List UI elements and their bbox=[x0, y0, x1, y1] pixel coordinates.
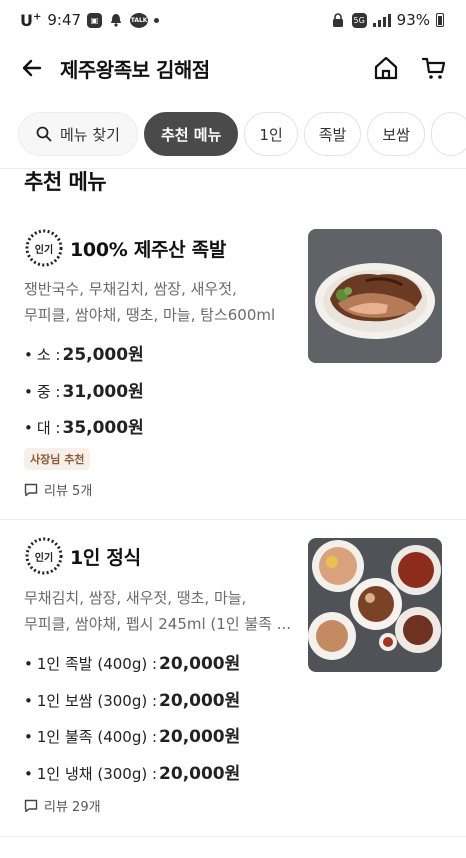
price-option-label: 1인 불족 (400g) : bbox=[36, 728, 158, 746]
tab-jokbal[interactable]: 족발 bbox=[303, 112, 362, 156]
price-option: • 1인 족발 (400g) :20,000원 bbox=[24, 649, 240, 674]
popular-badge: 인기 bbox=[24, 536, 64, 576]
home-icon bbox=[374, 56, 398, 80]
tab-label: 족발 bbox=[318, 125, 347, 144]
speech-bubble-icon bbox=[24, 483, 38, 496]
price-option-label: 1인 냉채 (300g) : bbox=[36, 765, 158, 783]
review-count: 리뷰 5개 bbox=[44, 484, 93, 499]
arrow-left-icon bbox=[22, 59, 42, 77]
price-option-label: 소 : bbox=[36, 346, 61, 364]
description-line: 무채김치, 쌈장, 새우젓, 땡초, 마늘, bbox=[24, 589, 247, 607]
menu-item-header: 인기 1인 정식 bbox=[24, 536, 141, 576]
review-count: 리뷰 29개 bbox=[44, 800, 101, 815]
lock-icon bbox=[330, 12, 346, 28]
cart-icon bbox=[421, 57, 446, 79]
menu-item-header: 인기 100% 제주산 족발 bbox=[24, 228, 226, 268]
signal-icon bbox=[372, 13, 391, 27]
kakaotalk-icon: TALK bbox=[130, 12, 149, 28]
price-option-value: 20,000원 bbox=[159, 691, 241, 711]
menu-item-photo bbox=[308, 229, 442, 363]
tab-bossam[interactable]: 보쌈 bbox=[367, 112, 425, 156]
search-icon bbox=[36, 126, 52, 142]
price-option-value: 35,000원 bbox=[62, 418, 144, 438]
tab-label: 추천 메뉴 bbox=[160, 125, 222, 144]
tab-label: 보쌈 bbox=[382, 125, 410, 144]
price-option-value: 20,000원 bbox=[159, 727, 241, 747]
menu-item-description: 쟁반국수, 무채김치, 쌈장, 새우젓, 무피클, 쌈야채, 땡초, 마늘, 탐… bbox=[24, 276, 299, 328]
price-option: • 1인 보쌈 (300g) :20,000원 bbox=[24, 686, 240, 711]
description-line: 무피클, 쌈야채, 땡초, 마늘, 탐스600ml bbox=[24, 306, 276, 324]
store-title: 제주왕족보 김해점 bbox=[60, 57, 210, 82]
status-time: 9:47 bbox=[47, 11, 82, 29]
menu-item[interactable]: 인기 1인 정식 무채김치, 쌈장, 새우젓, 땡초, 마늘, 무피클, 쌈야채… bbox=[0, 530, 466, 830]
price-option: • 소 :25,000원 bbox=[24, 340, 144, 365]
cart-button[interactable] bbox=[420, 54, 448, 82]
price-option-value: 20,000원 bbox=[159, 654, 241, 674]
item-divider bbox=[0, 519, 466, 520]
battery-percent: 93% bbox=[396, 11, 430, 29]
status-left: U+ 9:47 ▣ TALK bbox=[20, 10, 160, 30]
price-option-label: 대 : bbox=[36, 419, 61, 437]
notification-bell-icon bbox=[108, 12, 124, 28]
price-option: • 1인 냉채 (300g) :20,000원 bbox=[24, 759, 240, 784]
review-link[interactable]: 리뷰 5개 bbox=[24, 480, 92, 499]
carrier-label: U+ bbox=[20, 10, 42, 30]
tab-single[interactable]: 1인 bbox=[244, 112, 298, 156]
status-right: 5G 93% bbox=[330, 11, 444, 29]
description-line: 무피클, 쌈야채, 펩시 245ml (1인 불족 ... bbox=[24, 615, 292, 633]
item-divider bbox=[0, 836, 466, 837]
speech-bubble-icon bbox=[24, 799, 38, 812]
price-option: • 1인 불족 (400g) :20,000원 bbox=[24, 722, 240, 747]
menu-category-tabs: 메뉴 찾기 추천 메뉴 1인 족발 보쌈 bbox=[18, 112, 466, 156]
menu-item-photo bbox=[308, 538, 442, 672]
price-option: • 중 :31,000원 bbox=[24, 377, 144, 402]
price-option: • 대 :35,000원 bbox=[24, 413, 144, 438]
home-button[interactable] bbox=[372, 54, 400, 82]
menu-item-name: 100% 제주산 족발 bbox=[70, 238, 227, 261]
back-button[interactable] bbox=[18, 54, 46, 82]
review-link[interactable]: 리뷰 29개 bbox=[24, 796, 101, 815]
status-bar: U+ 9:47 ▣ TALK 5G 93% bbox=[0, 0, 466, 40]
tab-recommended[interactable]: 추천 메뉴 bbox=[143, 112, 239, 156]
header-actions bbox=[372, 54, 448, 82]
tab-label: 메뉴 찾기 bbox=[60, 125, 120, 144]
menu-item-name: 1인 정식 bbox=[70, 546, 141, 569]
tab-menu-search[interactable]: 메뉴 찾기 bbox=[18, 112, 138, 156]
price-option-value: 25,000원 bbox=[62, 345, 144, 365]
menu-item-description: 무채김치, 쌈장, 새우젓, 땡초, 마늘, 무피클, 쌈야채, 펩시 245m… bbox=[24, 585, 299, 637]
network-5g-icon: 5G bbox=[351, 12, 367, 28]
price-option-value: 20,000원 bbox=[159, 764, 241, 784]
app-header: 제주왕족보 김해점 bbox=[0, 44, 466, 92]
description-line: 쟁반국수, 무채김치, 쌈장, 새우젓, bbox=[24, 280, 237, 298]
price-option-label: 1인 족발 (400g) : bbox=[36, 655, 158, 673]
more-notifications-dot-icon bbox=[154, 17, 160, 23]
price-option-label: 중 : bbox=[36, 383, 61, 401]
tab-more-partial[interactable] bbox=[430, 112, 466, 156]
price-option-value: 31,000원 bbox=[62, 382, 144, 402]
section-title: 추천 메뉴 bbox=[24, 170, 107, 194]
popular-badge-label: 인기 bbox=[34, 552, 54, 564]
battery-icon bbox=[436, 13, 444, 27]
owner-recommend-badge: 사장님 추천 bbox=[24, 448, 91, 470]
popular-badge-label: 인기 bbox=[34, 244, 54, 256]
popular-badge: 인기 bbox=[24, 228, 64, 268]
notification-app-icon: ▣ bbox=[87, 12, 103, 28]
tab-label: 1인 bbox=[259, 125, 283, 144]
menu-item[interactable]: 인기 100% 제주산 족발 쟁반국수, 무채김치, 쌈장, 새우젓, 무피클,… bbox=[0, 222, 466, 518]
price-option-label: 1인 보쌈 (300g) : bbox=[36, 692, 158, 710]
